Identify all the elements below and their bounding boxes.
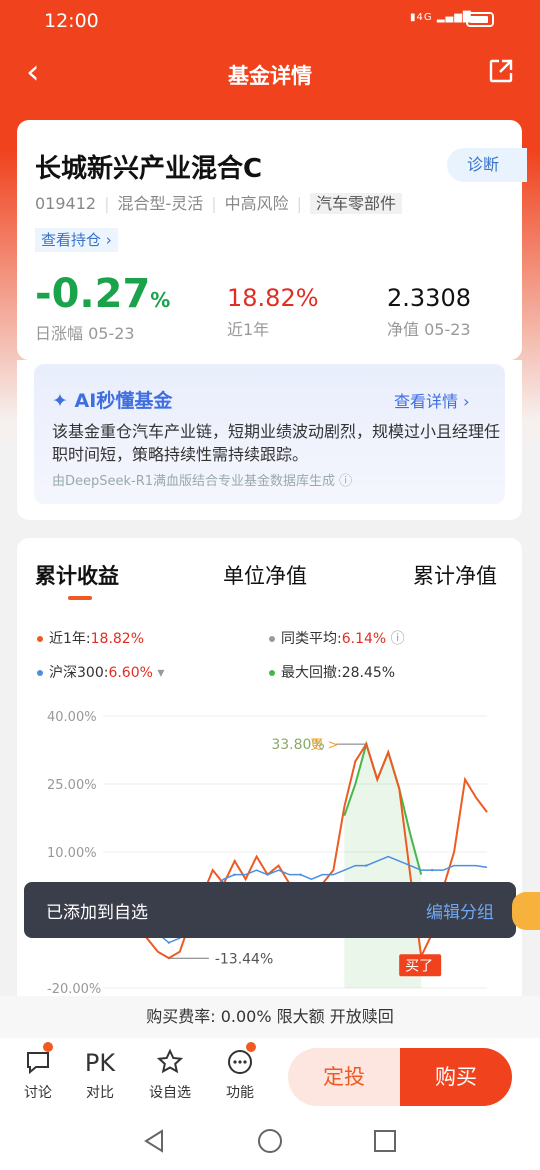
tab-cumulative-return[interactable]: 累计收益 xyxy=(35,560,119,590)
y-tick-label: -20.00% xyxy=(47,982,101,997)
y-tick-label: 25.00% xyxy=(47,778,97,793)
view-holdings-button[interactable]: 查看持仓 › xyxy=(35,228,118,252)
diagnose-button[interactable]: 诊断 xyxy=(447,148,527,182)
nav-recent-icon[interactable] xyxy=(373,1129,397,1153)
share-icon[interactable] xyxy=(488,58,514,84)
nav-home-icon[interactable] xyxy=(257,1128,283,1154)
ai-title: ✦ AI秒懂基金 xyxy=(52,390,173,412)
legend-drawdown: 最大回撤:28.45% xyxy=(269,662,395,682)
ai-text: 该基金重仓汽车产业链，短期业绩波动剧烈，规模过小且经理任职时间短，策略持续性需持… xyxy=(52,422,501,464)
tab-cumulative-nav[interactable]: 累计净值 xyxy=(413,560,497,590)
nav-back-icon[interactable] xyxy=(142,1128,166,1154)
info-icon: ⓘ xyxy=(390,631,405,647)
ai-source: 由DeepSeek-R1满血版结合专业基金数据库生成 ⓘ xyxy=(52,474,353,489)
fund-risk: 中高风险 xyxy=(224,194,289,213)
page-title: 基金详情 xyxy=(228,64,312,88)
fund-name: 长城新兴产业混合C xyxy=(35,154,263,184)
sector-tag[interactable]: 汽车零部件 xyxy=(310,193,403,214)
toast: 已添加到自选 编辑分组 xyxy=(24,882,516,938)
update-tag: 更 > xyxy=(310,738,338,753)
data-point xyxy=(430,868,434,872)
star-icon xyxy=(156,1048,184,1074)
discuss-badge xyxy=(43,1042,53,1052)
bought-tag: 买了 xyxy=(405,958,433,974)
battery-icon xyxy=(466,12,494,27)
data-point xyxy=(167,941,171,944)
more-icon xyxy=(228,1050,252,1074)
data-point xyxy=(233,873,236,876)
dropdown-icon: ▾ xyxy=(157,665,165,681)
fund-meta: 019412 | 混合型-灵活 | 中高风险 | 汽车零部件 xyxy=(35,190,403,214)
legend-index[interactable]: 沪深300:6.60% ▾ xyxy=(37,662,164,682)
fund-code: 019412 xyxy=(35,194,97,213)
mascot-icon[interactable] xyxy=(512,892,540,930)
ai-more-link[interactable]: 查看详情 › xyxy=(394,388,470,412)
compare-label: 对比 xyxy=(86,1085,114,1101)
add-favorite-label: 设自选 xyxy=(149,1085,191,1101)
ai-card-wrapper: ✦ AI秒懂基金 查看详情 › 该基金重仓汽车产业链，短期业绩波动剧烈，规模过小… xyxy=(17,360,522,520)
daily-label: 日涨幅 05-23 xyxy=(35,324,135,343)
toast-message: 已添加到自选 xyxy=(46,903,148,923)
chat-icon xyxy=(27,1052,49,1075)
function-badge xyxy=(246,1042,256,1052)
ai-summary-card[interactable]: ✦ AI秒懂基金 查看详情 › 该基金重仓汽车产业链，短期业绩波动剧烈，规模过小… xyxy=(34,364,505,504)
compare-button[interactable]: PK 对比 xyxy=(70,1048,130,1102)
fee-info: 购买费率: 0.00% 限大额 开放赎回 xyxy=(0,996,540,1038)
daily-unit: % xyxy=(150,288,171,312)
auto-invest-button[interactable]: 定投 xyxy=(288,1048,400,1106)
tab-unit-nav[interactable]: 单位净值 xyxy=(223,560,307,590)
add-favorite-button[interactable]: 设自选 xyxy=(140,1048,200,1102)
nav-label: 净值 05-23 xyxy=(387,320,471,339)
buy-button[interactable]: 购买 xyxy=(400,1048,512,1106)
tab-indicator xyxy=(68,596,92,600)
data-point xyxy=(365,864,368,867)
y-tick-label: 10.00% xyxy=(47,846,97,861)
discuss-label: 讨论 xyxy=(24,1085,52,1101)
trough-annotation: -13.44% xyxy=(215,951,273,967)
legend-peer: 同类平均:6.14% ⓘ xyxy=(269,628,405,648)
year-label: 近1年 xyxy=(227,320,270,339)
daily-change: -0.27% 日涨幅 05-23 xyxy=(35,274,170,344)
year-value: 18.82% xyxy=(227,284,319,312)
bottom-bar: 购买费率: 0.00% 限大额 开放赎回 讨论 PK 对比 设自选 功能 定投 … xyxy=(0,996,540,1170)
edit-group-link[interactable]: 编辑分组 xyxy=(426,898,494,923)
sparkle-icon: ✦ xyxy=(52,390,68,412)
status-bar: 12:00 ▮4G ▂▄▆█ xyxy=(0,0,540,44)
fund-summary-card: 长城新兴产业混合C 诊断 019412 | 混合型-灵活 | 中高风险 | 汽车零部件 查看… xyxy=(17,120,527,360)
status-time: 12:00 xyxy=(44,10,99,32)
legend-fund: 近1年:18.82% xyxy=(37,628,144,648)
discuss-button[interactable]: 讨论 xyxy=(8,1048,68,1102)
daily-value: -0.27 xyxy=(35,271,151,317)
function-button[interactable]: 功能 xyxy=(210,1048,270,1102)
net-value: 2.3308 净值 05-23 xyxy=(387,284,471,340)
signal-icon: ▮4G ▂▄▆█ xyxy=(410,12,472,23)
return-chart[interactable]: 40.00%25.00%10.00%-20.00%33.80%更 >-13.44… xyxy=(17,698,522,998)
year-return: 18.82% 近1年 xyxy=(227,284,319,340)
function-label: 功能 xyxy=(226,1085,254,1101)
nav-bar: ‹ 基金详情 xyxy=(0,48,540,98)
y-tick-label: 40.00% xyxy=(47,710,97,725)
nav-value: 2.3308 xyxy=(387,284,471,312)
data-point xyxy=(233,859,236,863)
pk-icon: PK xyxy=(84,1049,116,1077)
system-nav-bar xyxy=(0,1114,540,1170)
data-point xyxy=(299,873,302,876)
fund-type: 混合型-灵活 xyxy=(117,194,204,213)
